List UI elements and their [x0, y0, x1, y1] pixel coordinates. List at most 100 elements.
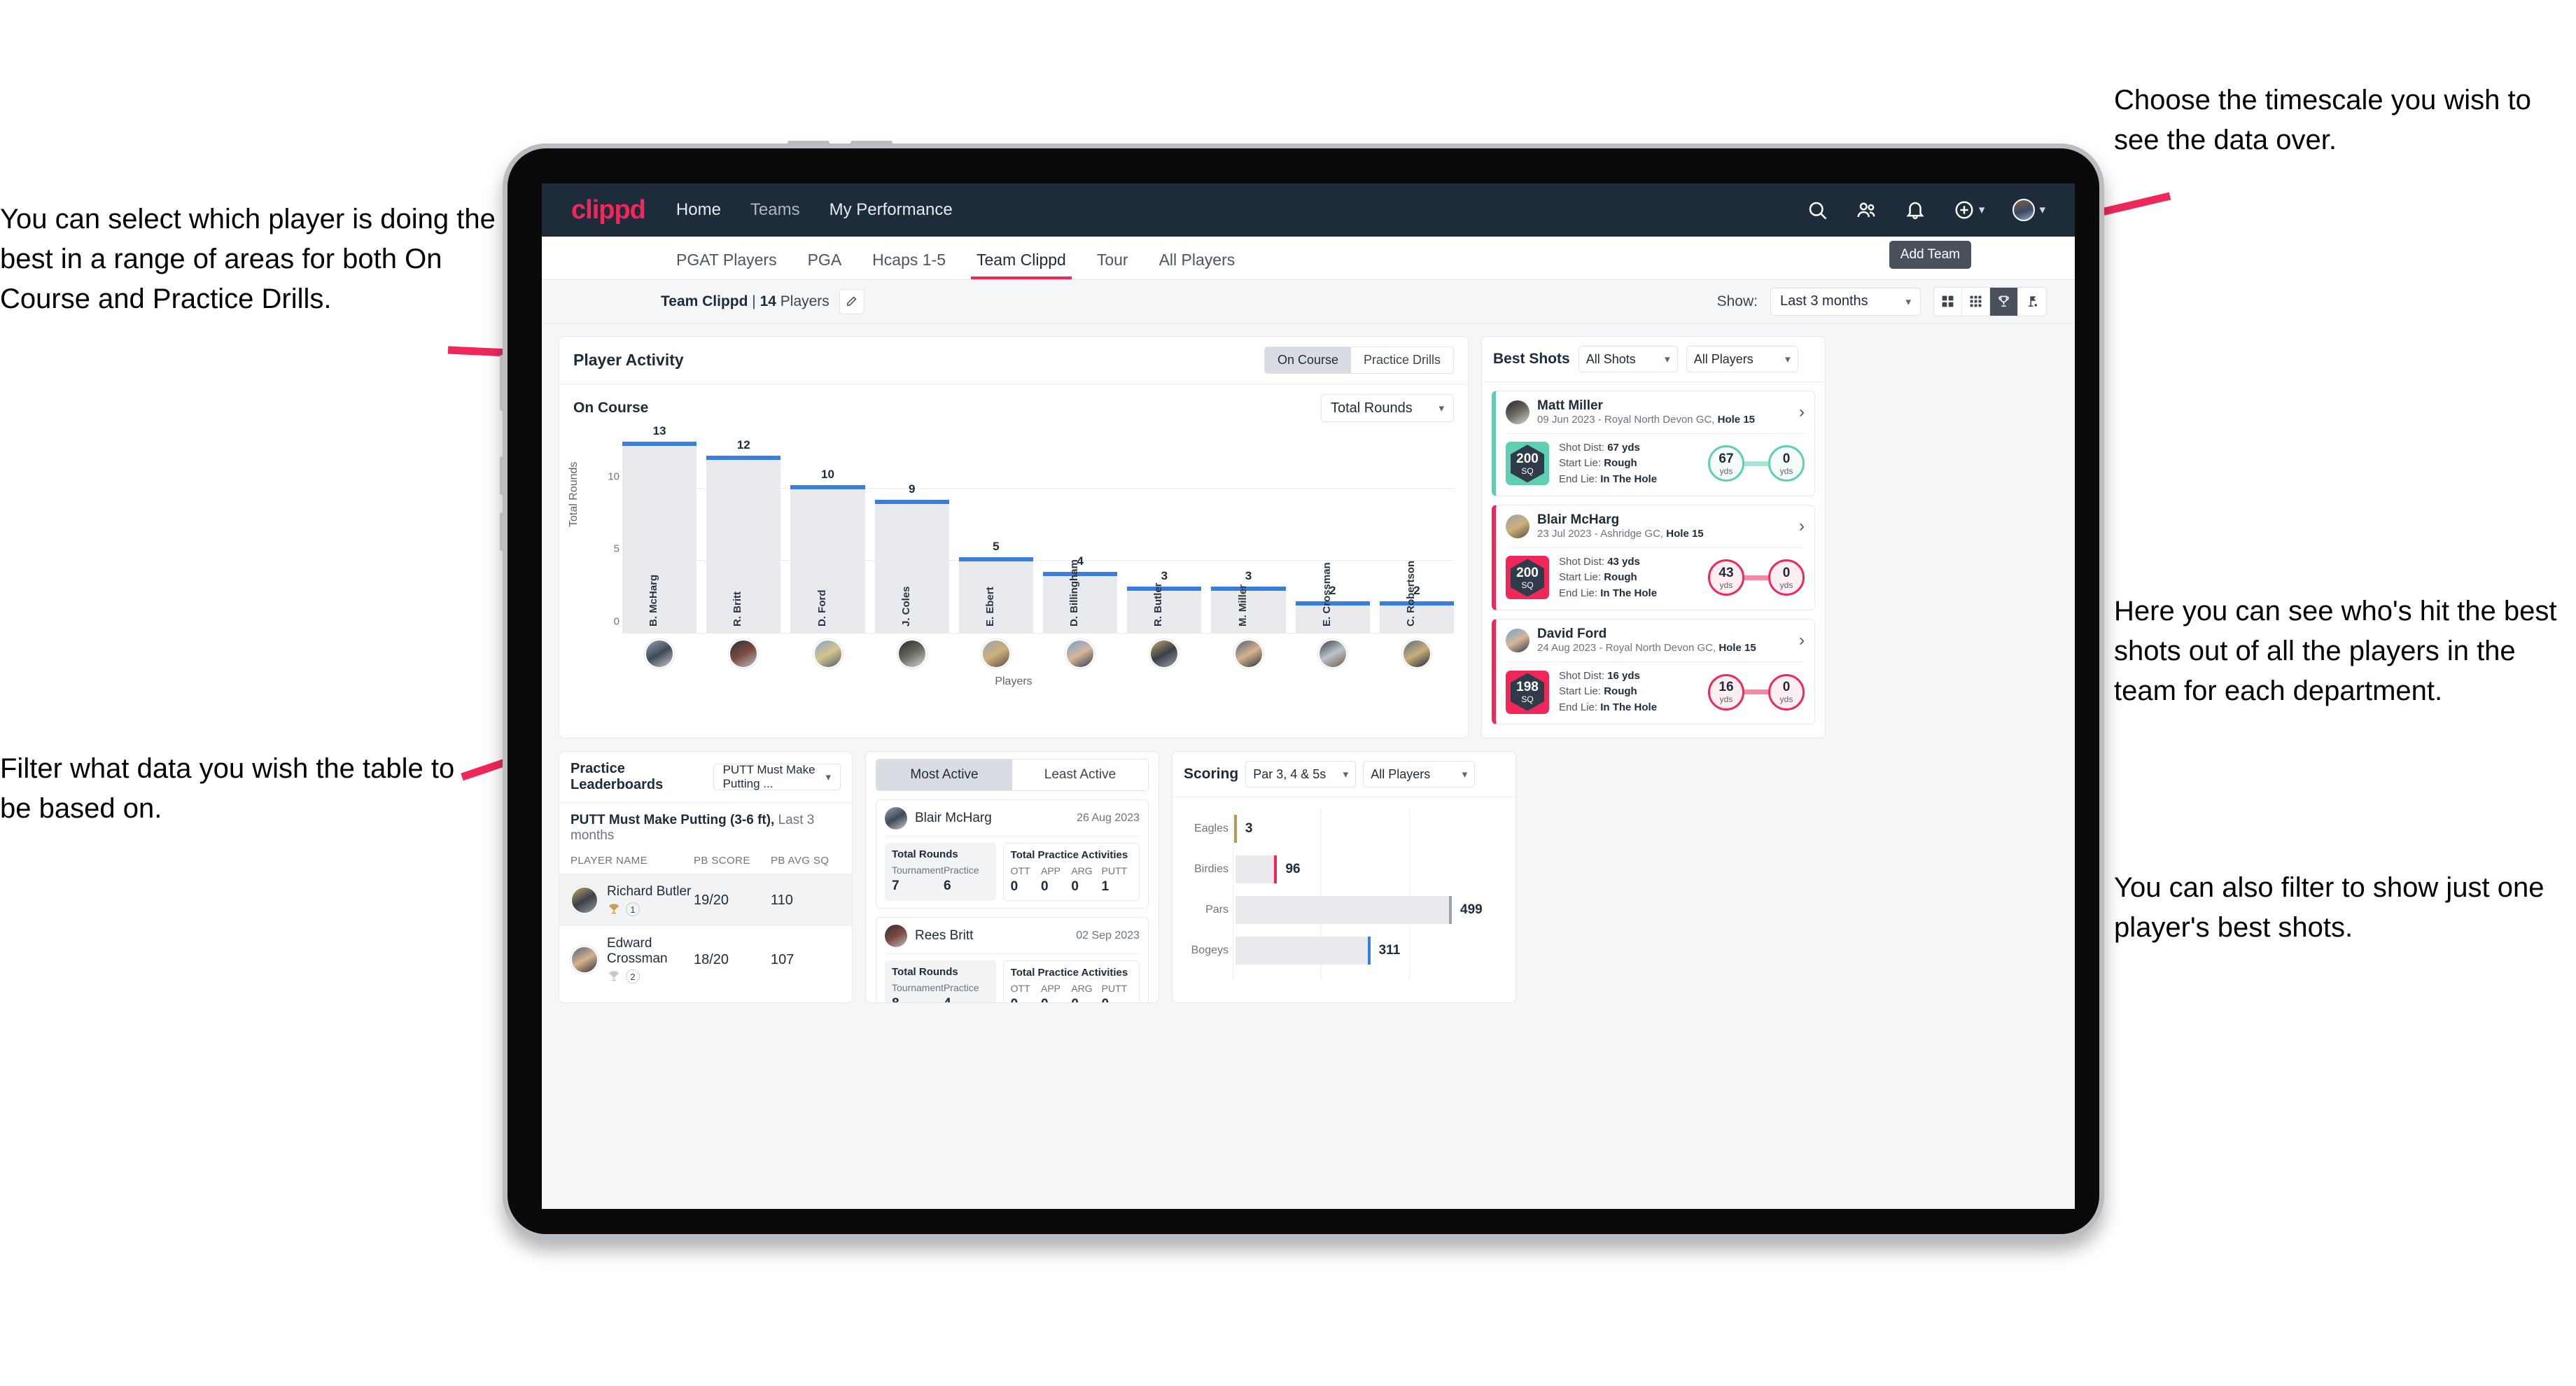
tab-most-active[interactable]: Most Active	[876, 760, 1012, 790]
people-icon[interactable]	[1856, 200, 1877, 220]
avatar[interactable]	[1401, 639, 1432, 668]
tab-all-players[interactable]: All Players	[1144, 251, 1251, 279]
player-avatar[interactable]	[959, 639, 1033, 668]
chart-bar-column[interactable]: 3 M. Miller	[1211, 430, 1286, 634]
chart-bar-column[interactable]: 3 R. Butler	[1127, 430, 1202, 634]
view-flag-button[interactable]	[2018, 288, 2046, 316]
avatar[interactable]	[2012, 199, 2036, 221]
best-shots-shot-filter[interactable]: All Shots ▾	[1578, 346, 1678, 372]
timescale-select[interactable]: Last 3 months ▾	[1770, 287, 1921, 316]
avatar[interactable]	[1149, 639, 1180, 668]
chart-bar-column[interactable]: 10 D. Ford	[790, 430, 865, 634]
table-row[interactable]: Richard Butler 1 19/20 110	[559, 874, 852, 926]
shot-meta: 23 Jul 2023 - Ashridge GC, Hole 15	[1537, 528, 1704, 541]
chart-bar[interactable]: M. Miller	[1211, 584, 1286, 634]
search-icon[interactable]	[1807, 200, 1828, 220]
player-avatar[interactable]	[875, 639, 949, 668]
drill-select[interactable]: PUTT Must Make Putting ... ▾	[713, 763, 841, 790]
chart-bar[interactable]: E. Ebert	[958, 557, 1034, 634]
nav-link-home[interactable]: Home	[676, 200, 721, 220]
chart-bar-column[interactable]: 2 C. Robertson	[1379, 430, 1455, 634]
player-activity-subtitle: On Course	[573, 400, 649, 416]
avatar[interactable]	[729, 639, 759, 668]
scoring-bar[interactable]	[1236, 937, 1371, 965]
player-avatar[interactable]	[1380, 639, 1454, 668]
chart-bar[interactable]: R. Britt	[706, 456, 781, 634]
chevron-down-icon: ▾	[1438, 402, 1444, 414]
scoring-row[interactable]: Birdies 96	[1184, 849, 1504, 890]
scoring-row[interactable]: Bogeys 311	[1184, 930, 1504, 971]
best-shot-card[interactable]: Blair McHarg 23 Jul 2023 - Ashridge GC, H…	[1492, 505, 1815, 611]
nav-link-teams[interactable]: Teams	[750, 200, 800, 220]
avatar[interactable]	[813, 639, 843, 668]
scoring-bar[interactable]	[1236, 855, 1278, 883]
best-shot-card[interactable]: Matt Miller 09 Jun 2023 - Royal North Dev…	[1492, 391, 1815, 497]
chevron-right-icon[interactable]: ›	[1799, 517, 1805, 536]
avatar[interactable]	[981, 639, 1011, 668]
nav-link-my-performance[interactable]: My Performance	[830, 200, 953, 220]
chart-bar-column[interactable]: 9 J. Coles	[874, 430, 949, 634]
chevron-right-icon[interactable]: ›	[1799, 402, 1805, 422]
player-avatar[interactable]	[1296, 639, 1370, 668]
list-item[interactable]: Blair McHarg 26 Aug 2023 Total Rounds Tourn…	[876, 799, 1149, 909]
chart-bar-column[interactable]: 2 E. Crossman	[1295, 430, 1370, 634]
chart-bar-column[interactable]: 4 D. Billingham	[1043, 430, 1118, 634]
chart-bar[interactable]: D. Ford	[790, 484, 865, 634]
player-avatar[interactable]	[622, 639, 696, 668]
bell-icon[interactable]	[1905, 200, 1926, 220]
chart-bar[interactable]: D. Billingham	[1043, 559, 1118, 634]
clippd-logo[interactable]: clippd	[571, 195, 646, 225]
scoring-row[interactable]: Eagles 3	[1184, 808, 1504, 849]
tab-least-active[interactable]: Least Active	[1012, 760, 1148, 790]
app-screen: clippd Home Teams My Performance ▾ ▾ PGA…	[542, 183, 2075, 1209]
chart-bar-column[interactable]: 13 B. McHarg	[622, 424, 697, 634]
toggle-practice-drills[interactable]: Practice Drills	[1350, 347, 1453, 373]
end-lie-row: End Lie: In The Hole	[1559, 700, 1657, 716]
chart-bar-cap	[1127, 586, 1202, 591]
chart-bar-value: 3	[1161, 568, 1168, 582]
player-activity-header: Player Activity On Course Practice Drill…	[559, 337, 1468, 384]
scoring-bar[interactable]	[1233, 815, 1237, 843]
player-avatar[interactable]	[1127, 639, 1201, 668]
chart-bar[interactable]: R. Butler	[1127, 582, 1202, 634]
avatar[interactable]	[1065, 639, 1096, 668]
chart-bar[interactable]: C. Robertson	[1379, 561, 1455, 634]
list-item[interactable]: Rees Britt 02 Sep 2023 Total Rounds Tournam…	[876, 917, 1149, 1002]
player-avatar[interactable]	[706, 639, 780, 668]
avatar[interactable]	[897, 639, 927, 668]
chevron-right-icon[interactable]: ›	[1799, 631, 1805, 650]
chart-bar-column[interactable]: 12 R. Britt	[706, 430, 781, 634]
plus-circle-icon[interactable]	[1954, 200, 1975, 220]
player-avatar[interactable]	[1043, 639, 1117, 668]
edit-team-button[interactable]	[839, 288, 864, 314]
player-avatar[interactable]	[790, 639, 864, 668]
chart-bar[interactable]: E. Crossman	[1295, 562, 1370, 634]
view-grid-small-button[interactable]	[1962, 287, 1990, 316]
tab-team-clippd[interactable]: Team Clippd	[961, 251, 1082, 279]
tab-tour[interactable]: Tour	[1082, 251, 1144, 279]
best-shot-card[interactable]: David Ford 24 Aug 2023 - Royal North Devo…	[1492, 619, 1815, 725]
table-row[interactable]: Edward Crossman 2 18/20 107	[559, 926, 852, 993]
avatar[interactable]	[1233, 639, 1264, 668]
tab-pgat-players[interactable]: PGAT Players	[661, 251, 792, 279]
view-grid-large-button[interactable]	[1934, 287, 1962, 316]
view-trophy-button[interactable]	[1990, 287, 2018, 316]
player-avatar[interactable]	[1211, 639, 1285, 668]
add-menu[interactable]: ▾	[1954, 200, 1984, 220]
chart-bar-column[interactable]: 5 E. Ebert	[958, 430, 1034, 634]
tab-hcaps-1-5[interactable]: Hcaps 1-5	[857, 251, 961, 279]
chart-bar[interactable]: J. Coles	[874, 499, 949, 634]
chart-bar[interactable]: B. McHarg	[622, 441, 697, 634]
toggle-on-course[interactable]: On Course	[1264, 347, 1351, 373]
avatar[interactable]	[645, 639, 675, 668]
scoring-bar[interactable]	[1236, 896, 1452, 924]
scoring-row[interactable]: Pars 499	[1184, 890, 1504, 930]
best-shots-player-filter[interactable]: All Players ▾	[1686, 346, 1798, 372]
practice-cell: OTT 0	[1011, 865, 1041, 895]
avatar[interactable]	[1317, 639, 1348, 668]
account-menu[interactable]: ▾	[2012, 199, 2045, 221]
tab-pga[interactable]: PGA	[792, 251, 858, 279]
par-select[interactable]: Par 3, 4 & 5s ▾	[1245, 761, 1357, 788]
scoring-player-select[interactable]: All Players ▾	[1363, 761, 1476, 788]
metric-select[interactable]: Total Rounds ▾	[1321, 394, 1454, 422]
